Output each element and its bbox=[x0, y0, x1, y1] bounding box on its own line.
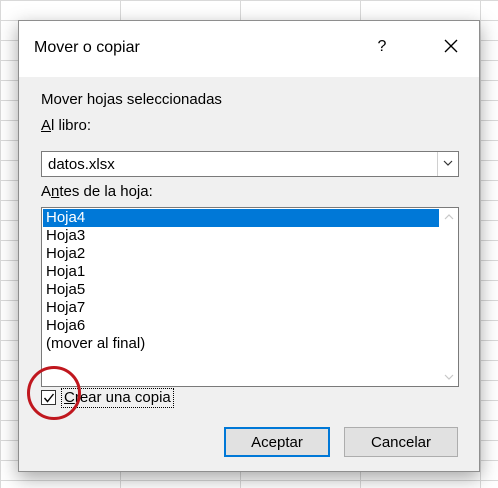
dialog-titlebar: Mover o copiar ? bbox=[19, 21, 479, 77]
book-combobox[interactable]: datos.xlsx bbox=[41, 151, 459, 177]
help-button[interactable]: ? bbox=[371, 35, 393, 59]
list-item[interactable]: Hoja1 bbox=[43, 263, 439, 281]
create-copy-label[interactable]: Crear una copia bbox=[61, 388, 174, 408]
chevron-down-icon bbox=[443, 160, 453, 166]
move-or-copy-dialog: Mover o copiar ? Mover hojas seleccionad… bbox=[18, 20, 480, 472]
chevron-up-icon bbox=[444, 214, 454, 220]
create-copy-checkbox[interactable] bbox=[41, 390, 56, 405]
close-icon bbox=[444, 39, 458, 53]
move-sheets-label: Mover hojas seleccionadas bbox=[41, 91, 222, 108]
checkmark-icon bbox=[43, 393, 55, 403]
list-item[interactable]: Hoja7 bbox=[43, 299, 439, 317]
before-sheet-label-rest: tes de la hoja: bbox=[59, 183, 153, 200]
close-button[interactable] bbox=[437, 31, 465, 61]
scroll-down-button[interactable] bbox=[440, 368, 458, 386]
create-copy-label-rest: rear una copia bbox=[74, 389, 171, 406]
list-item[interactable]: Hoja5 bbox=[43, 281, 439, 299]
to-book-label-rest: l libro: bbox=[51, 117, 92, 134]
chevron-down-icon bbox=[444, 374, 454, 380]
list-item[interactable]: Hoja3 bbox=[43, 227, 439, 245]
sheet-list: Hoja4 Hoja3 Hoja2 Hoja1 Hoja5 Hoja7 Hoja… bbox=[43, 209, 439, 353]
to-book-label: Al libro: bbox=[41, 117, 91, 134]
before-sheet-label-pre: A bbox=[41, 183, 52, 200]
ok-button[interactable]: Aceptar bbox=[224, 427, 330, 457]
scroll-up-button[interactable] bbox=[440, 208, 458, 226]
cancel-button[interactable]: Cancelar bbox=[344, 427, 458, 457]
list-item[interactable]: Hoja4 bbox=[43, 209, 439, 227]
list-item[interactable]: Hoja2 bbox=[43, 245, 439, 263]
create-copy-accelerator: C bbox=[64, 389, 75, 406]
list-item[interactable]: (mover al final) bbox=[43, 335, 439, 353]
book-combobox-dropdown-button[interactable] bbox=[437, 152, 458, 176]
sheet-listbox[interactable]: Hoja4 Hoja3 Hoja2 Hoja1 Hoja5 Hoja7 Hoja… bbox=[41, 207, 459, 387]
book-combobox-value: datos.xlsx bbox=[48, 156, 115, 173]
dialog-title: Mover o copiar bbox=[34, 39, 140, 56]
listbox-scrollbar[interactable] bbox=[440, 208, 458, 386]
before-sheet-label: Antes de la hoja: bbox=[41, 183, 153, 200]
to-book-accelerator: A bbox=[41, 117, 52, 134]
list-item[interactable]: Hoja6 bbox=[43, 317, 439, 335]
